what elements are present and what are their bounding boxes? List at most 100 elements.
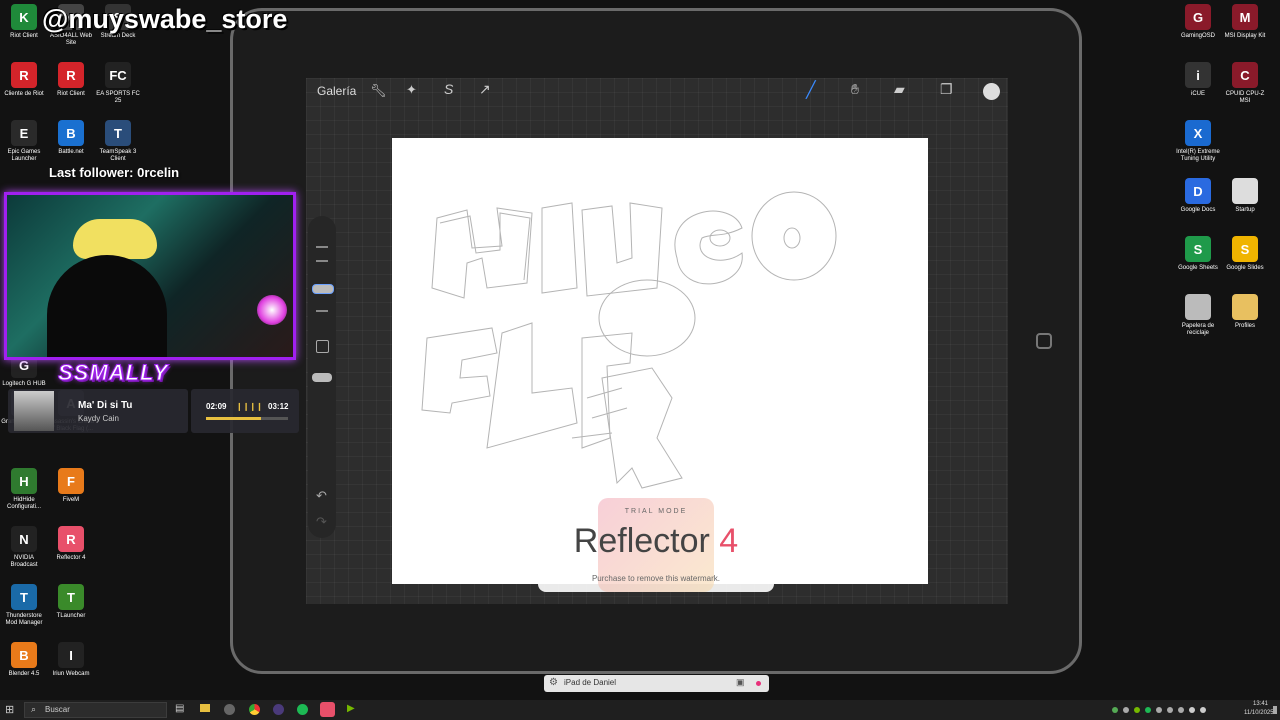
task-view-icon[interactable]: ▤ — [175, 703, 184, 714]
modify-button-icon[interactable] — [316, 340, 329, 353]
tray-icon[interactable] — [1134, 707, 1140, 713]
chrome-icon[interactable] — [249, 704, 260, 715]
search-icon: ⌕ — [31, 704, 37, 714]
opacity-slider-tick[interactable] — [316, 310, 328, 312]
desktop-shortcut-right-9[interactable]: Papelera de reciclaje — [1174, 294, 1222, 337]
desktop-shortcut-left-16[interactable]: T Thunderstore Mod Manager — [0, 584, 48, 627]
desktop-shortcut-left-18[interactable]: B Blender 4.5 — [0, 642, 48, 678]
tray-icon[interactable] — [1112, 707, 1118, 713]
app-icon: I — [58, 642, 84, 668]
windows-start-icon[interactable]: ⊞ — [5, 703, 14, 716]
app-label: EA SPORTS FC 25 — [96, 91, 140, 104]
opacity-slider-handle[interactable] — [312, 373, 332, 382]
desktop-shortcut-left-14[interactable]: N NVIDIA Broadcast — [0, 526, 48, 569]
transform-arrow-icon[interactable]: ↗ — [479, 81, 491, 98]
desktop-shortcut-left-3[interactable]: R Cliente de Riot — [0, 62, 48, 98]
reflector-ipad-bar[interactable]: ⚙ iPad de Daniel ▣ — [544, 675, 769, 692]
redo-icon[interactable]: ↷ — [316, 514, 327, 530]
app-icon: T — [105, 120, 131, 146]
desktop-shortcut-right-3[interactable]: C CPUID CPU-Z MSI — [1221, 62, 1269, 105]
reflector-watermark[interactable]: TRIAL MODE Reflector 4 Purchase to remov… — [538, 498, 774, 592]
app-icon — [1232, 178, 1258, 204]
app-label: Profiles — [1234, 323, 1255, 329]
reflector-taskbar-icon[interactable] — [320, 702, 335, 717]
desktop-shortcut-left-8[interactable]: T TeamSpeak 3 Client — [94, 120, 142, 163]
time-total: 03:12 — [268, 402, 289, 411]
gallery-button[interactable]: Galería — [317, 84, 356, 98]
nvidia-taskbar-icon[interactable]: ▶ — [347, 703, 355, 714]
desktop-shortcut-left-0[interactable]: K Riot Client — [0, 4, 48, 40]
app-label: Iriun Webcam — [52, 671, 90, 677]
record-icon[interactable] — [756, 681, 761, 686]
app-label: TeamSpeak 3 Client — [99, 149, 137, 162]
desktop-shortcut-right-1[interactable]: M MSI Display Kit — [1221, 4, 1269, 40]
search-box[interactable]: ⌕ Buscar — [24, 702, 167, 718]
desktop-shortcut-left-19[interactable]: I Iriun Webcam — [47, 642, 95, 678]
system-tray — [1112, 704, 1242, 716]
app-label: FiveM — [62, 497, 80, 503]
wifi-icon[interactable] — [1189, 707, 1195, 713]
desktop-shortcut-right-2[interactable]: i iCUE — [1174, 62, 1222, 98]
size-slider-handle[interactable] — [312, 284, 334, 294]
volume-icon[interactable] — [1200, 707, 1206, 713]
tray-icon[interactable] — [1145, 707, 1151, 713]
desktop-shortcut-right-0[interactable]: G GamingOSD — [1174, 4, 1222, 40]
tray-icon[interactable] — [1167, 707, 1173, 713]
tray-icon[interactable] — [1156, 707, 1162, 713]
desktop-shortcut-left-17[interactable]: T TLauncher — [47, 584, 95, 620]
progress-fill — [206, 417, 261, 420]
size-slider-tick[interactable] — [316, 260, 328, 262]
layers-icon[interactable]: ❐ — [940, 81, 953, 98]
desktop-shortcut-right-7[interactable]: S Google Sheets — [1174, 236, 1222, 272]
time-elapsed: 02:09 — [206, 402, 227, 411]
desktop-shortcut-left-15[interactable]: R Reflector 4 — [47, 526, 95, 562]
tray-icon[interactable] — [1178, 707, 1184, 713]
smudge-icon[interactable]: ✋︎ — [851, 81, 859, 98]
app-icon: S — [1185, 236, 1211, 262]
desktop-shortcut-right-8[interactable]: S Google Slides — [1221, 236, 1269, 272]
album-art — [14, 391, 54, 431]
app-label: Thunderstore Mod Manager — [5, 613, 43, 626]
settings-gear-icon[interactable]: ⚙ — [549, 677, 558, 688]
app-icon: R — [58, 526, 84, 552]
obs-icon[interactable] — [273, 704, 284, 715]
eraser-icon[interactable]: ▰ — [894, 81, 905, 98]
file-explorer-icon[interactable] — [200, 704, 210, 712]
app-icon: S — [1232, 236, 1258, 262]
desktop-shortcut-right-4[interactable]: X Intel(R) Extreme Tuning Utility — [1174, 120, 1222, 163]
brush-icon[interactable]: ╱ — [806, 80, 816, 100]
app-icon: X — [1185, 120, 1211, 146]
app-icon: i — [1185, 62, 1211, 88]
desktop-shortcut-left-5[interactable]: FC EA SPORTS FC 25 — [94, 62, 142, 105]
desktop-shortcut-right-6[interactable]: Startup — [1221, 178, 1269, 214]
undo-icon[interactable]: ↶ — [316, 488, 327, 504]
desktop-shortcut-right-10[interactable]: Profiles — [1221, 294, 1269, 330]
clock-time[interactable]: 13:41 — [1253, 701, 1268, 707]
color-picker-icon[interactable] — [983, 83, 1000, 100]
clock-date[interactable]: 11/10/2025 — [1244, 710, 1274, 716]
webcam-feed — [4, 192, 296, 360]
app-label: Logitech G HUB — [2, 381, 46, 387]
desktop-shortcut-left-7[interactable]: B Battle.net — [47, 120, 95, 156]
wrench-icon[interactable]: 🔧︎ — [370, 83, 387, 99]
app-icon: R — [58, 62, 84, 88]
desktop-shortcut-left-4[interactable]: R Riot Client — [47, 62, 95, 98]
magic-wand-icon[interactable]: ✦ — [406, 82, 417, 98]
notification-icon[interactable] — [1273, 706, 1277, 714]
desktop-shortcut-right-5[interactable]: D Google Docs — [1174, 178, 1222, 214]
desktop-shortcut-left-6[interactable]: E Epic Games Launcher — [0, 120, 48, 163]
watermark-subtitle: Purchase to remove this watermark. — [591, 574, 721, 583]
desktop-shortcut-left-12[interactable]: H HidHide Configurati... — [0, 468, 48, 511]
selection-icon[interactable]: S — [444, 81, 453, 97]
spotify-icon[interactable] — [297, 704, 308, 715]
app-icon: FC — [105, 62, 131, 88]
app-label: Epic Games Launcher — [7, 149, 41, 162]
app-icon: R — [11, 62, 37, 88]
home-button[interactable] — [1036, 333, 1052, 349]
app-label: Cliente de Riot — [4, 91, 44, 97]
tray-icon[interactable] — [1123, 707, 1129, 713]
desktop-shortcut-left-13[interactable]: F FiveM — [47, 468, 95, 504]
camera-icon[interactable]: ▣ — [736, 677, 745, 688]
size-slider-tick[interactable] — [316, 246, 328, 248]
riot-taskbar-icon[interactable] — [224, 704, 235, 715]
